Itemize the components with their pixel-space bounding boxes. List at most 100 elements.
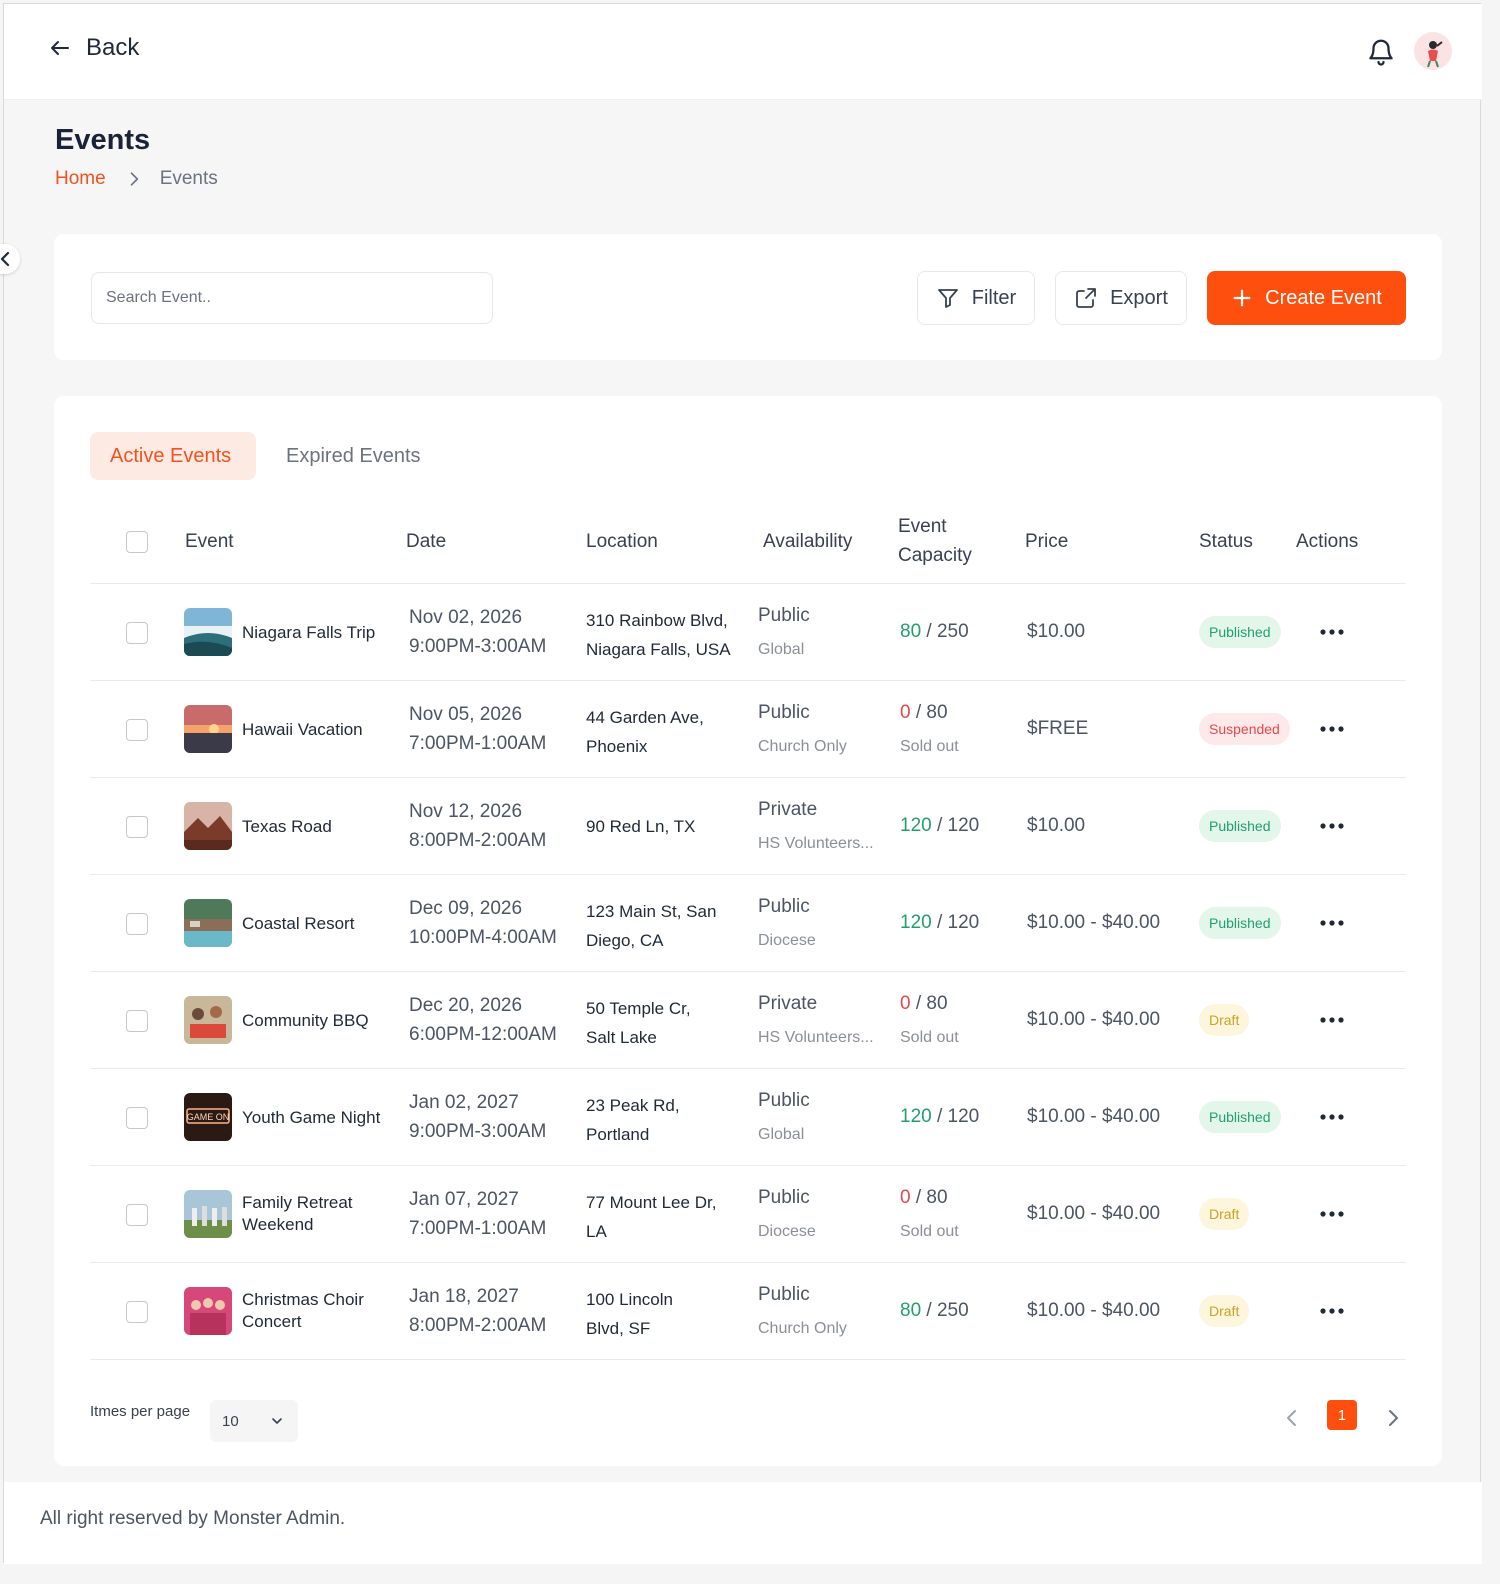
col-date[interactable]: Date xyxy=(406,527,446,556)
event-location-line1: 100 Lincoln xyxy=(586,1290,673,1309)
table-row[interactable]: Christmas Choir Concert Jan 18, 2027 8:00P… xyxy=(90,1263,1406,1360)
event-availability: Private xyxy=(758,993,818,1014)
col-event[interactable]: Event xyxy=(185,527,234,556)
event-price: $FREE xyxy=(1027,718,1089,739)
row-checkbox[interactable] xyxy=(126,1204,148,1226)
page-1-button[interactable]: 1 xyxy=(1327,1400,1357,1430)
status-badge: Draft xyxy=(1199,1004,1250,1036)
avatar[interactable] xyxy=(1414,32,1452,70)
sidebar-collapse-toggle[interactable] xyxy=(0,244,20,274)
event-name[interactable]: Community BBQ xyxy=(242,1010,392,1032)
tab-active-events[interactable]: Active Events xyxy=(90,432,256,480)
status-badge: Published xyxy=(1199,1101,1281,1133)
event-date: Nov 05, 2026 xyxy=(409,704,523,725)
back-button[interactable]: Back xyxy=(48,34,139,62)
more-dots-icon[interactable] xyxy=(1319,719,1345,739)
event-capacity: 120 / 120 xyxy=(900,1102,979,1131)
more-dots-icon[interactable] xyxy=(1319,1107,1345,1127)
arrow-left-icon xyxy=(51,41,69,55)
export-button[interactable]: Export xyxy=(1055,271,1187,325)
prev-page-icon[interactable] xyxy=(1280,1406,1304,1430)
more-dots-icon[interactable] xyxy=(1319,1010,1345,1030)
breadcrumb-home-link[interactable]: Home xyxy=(55,168,106,190)
avatar-illustration-icon xyxy=(1427,41,1443,68)
event-location-line2: Salt Lake xyxy=(586,1028,657,1047)
filter-icon xyxy=(937,289,958,308)
event-availability: Private xyxy=(758,799,818,820)
event-name[interactable]: Youth Game Night xyxy=(242,1107,392,1129)
filter-label: Filter xyxy=(971,286,1017,309)
more-dots-icon[interactable] xyxy=(1319,816,1345,836)
create-event-button[interactable]: Create Event xyxy=(1207,271,1406,325)
table-row[interactable]: Family Retreat Weekend Jan 07, 2027 7:00PM… xyxy=(90,1166,1406,1263)
footer: All right reserved by Monster Admin. xyxy=(4,1482,1482,1564)
items-per-page-value: 10 xyxy=(222,1412,239,1430)
event-location-line2: Diego, CA xyxy=(586,931,664,950)
top-bar: Back xyxy=(4,4,1482,100)
event-name[interactable]: Hawaii Vacation xyxy=(242,719,392,741)
event-location-line1: 50 Temple Cr, xyxy=(586,999,691,1018)
event-thumbnail xyxy=(184,899,232,947)
row-checkbox[interactable] xyxy=(126,1107,148,1129)
event-name[interactable]: Niagara Falls Trip xyxy=(242,622,392,644)
col-location[interactable]: Location xyxy=(586,527,658,556)
tab-expired-events[interactable]: Expired Events xyxy=(266,432,441,480)
bell-icon[interactable] xyxy=(1366,36,1396,68)
table-row[interactable]: Texas Road Nov 12, 2026 8:00PM-2:00AM 90 Re… xyxy=(90,778,1406,875)
chevron-down-icon xyxy=(271,1418,282,1424)
capacity-booked: 80 xyxy=(900,621,922,642)
col-price[interactable]: Price xyxy=(1025,527,1068,556)
next-page-icon[interactable] xyxy=(1381,1406,1405,1430)
col-actions: Actions xyxy=(1296,531,1359,552)
col-status[interactable]: Status xyxy=(1199,527,1253,556)
table-row[interactable]: Community BBQ Dec 20, 2026 6:00PM-12:00AM 5… xyxy=(90,972,1406,1069)
more-dots-icon[interactable] xyxy=(1319,913,1345,933)
row-checkbox[interactable] xyxy=(126,913,148,935)
create-event-label: Create Event xyxy=(1265,286,1382,309)
table-row[interactable]: Hawaii Vacation Nov 05, 2026 7:00PM-1:00AM… xyxy=(90,681,1406,778)
svg-text:GAME ON: GAME ON xyxy=(187,1112,230,1122)
event-name[interactable]: Christmas Choir Concert xyxy=(242,1289,392,1333)
event-thumbnail xyxy=(184,1190,232,1238)
row-checkbox[interactable] xyxy=(126,816,148,838)
page-title: Events xyxy=(55,124,151,156)
event-capacity: 0 / 80 xyxy=(900,989,948,1018)
row-checkbox[interactable] xyxy=(126,719,148,741)
event-date: Dec 20, 2026 xyxy=(409,995,523,1016)
col-capacity[interactable]: Event Capacity xyxy=(898,512,988,570)
capacity-booked: 120 xyxy=(900,815,932,836)
more-dots-icon[interactable] xyxy=(1319,1301,1345,1321)
event-time: 8:00PM-2:00AM xyxy=(409,1315,547,1336)
table-row[interactable]: Niagara Falls Trip Nov 02, 2026 9:00PM-3:0… xyxy=(90,584,1406,681)
items-per-page-select[interactable]: 10 xyxy=(210,1400,298,1442)
event-price: $10.00 - $40.00 xyxy=(1027,1300,1161,1321)
search-input[interactable] xyxy=(91,272,493,324)
col-availability[interactable]: Availability xyxy=(763,527,852,556)
event-time: 7:00PM-1:00AM xyxy=(409,733,547,754)
event-name[interactable]: Coastal Resort xyxy=(242,913,392,935)
event-price: $10.00 - $40.00 xyxy=(1027,1203,1161,1224)
select-all-checkbox[interactable] xyxy=(126,531,148,553)
filter-button[interactable]: Filter xyxy=(917,271,1035,325)
row-checkbox[interactable] xyxy=(126,1301,148,1323)
table-row[interactable]: Coastal Resort Dec 09, 2026 10:00PM-4:00AM… xyxy=(90,875,1406,972)
export-label: Export xyxy=(1110,286,1168,309)
capacity-total: / 80 xyxy=(915,993,948,1014)
row-checkbox[interactable] xyxy=(126,622,148,644)
more-dots-icon[interactable] xyxy=(1319,1204,1345,1224)
capacity-note: Sold out xyxy=(900,738,959,755)
event-price: $10.00 - $40.00 xyxy=(1027,1106,1161,1127)
capacity-booked: 120 xyxy=(900,1106,932,1127)
event-location-line1: 90 Red Ln, TX xyxy=(586,817,696,836)
event-thumbnail xyxy=(184,1287,232,1335)
row-checkbox[interactable] xyxy=(126,1010,148,1032)
event-name[interactable]: Family Retreat Weekend xyxy=(242,1192,392,1236)
capacity-booked: 0 xyxy=(900,702,911,723)
more-dots-icon[interactable] xyxy=(1319,622,1345,642)
event-location-line2: LA xyxy=(586,1222,607,1241)
export-icon xyxy=(1076,288,1096,308)
event-price: $10.00 xyxy=(1027,621,1086,642)
event-availability-scope: Global xyxy=(758,641,805,658)
table-row[interactable]: GAME ON Youth Game Night Jan 02, 2027 9:00P… xyxy=(90,1069,1406,1166)
event-name[interactable]: Texas Road xyxy=(242,816,392,838)
